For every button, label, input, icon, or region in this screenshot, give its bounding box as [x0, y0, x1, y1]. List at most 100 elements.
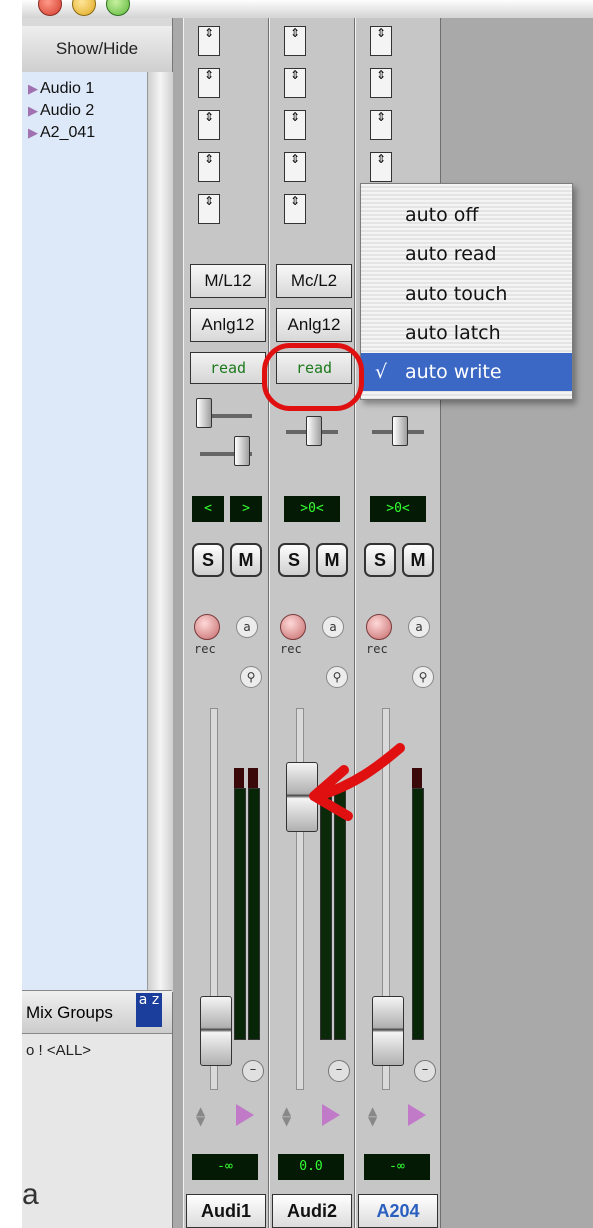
- input-monitor-icon[interactable]: a: [408, 616, 430, 638]
- up-down-arrow-icon[interactable]: ▲ ▼: [196, 1105, 205, 1127]
- input-selector[interactable]: Anlg12: [190, 308, 266, 342]
- up-down-arrow-icon[interactable]: ⇕: [198, 110, 220, 140]
- play-triangle-icon[interactable]: [408, 1104, 426, 1126]
- track-name: Audio 1: [40, 80, 95, 97]
- pan-readout: >0<: [284, 496, 340, 522]
- insert-slots: ⇕ ⇕ ⇕ ⇕ ⇕: [192, 24, 252, 234]
- track-name-button[interactable]: Audi1: [186, 1194, 266, 1228]
- up-down-arrow-icon[interactable]: ⇕: [198, 26, 220, 56]
- track-list: ▶ Audio 1 ▶ Audio 2 ▶ A2_041: [22, 72, 147, 992]
- up-down-arrow-icon[interactable]: ⇕: [284, 152, 306, 182]
- up-down-arrow-icon[interactable]: ⇕: [284, 68, 306, 98]
- pan-knob-left[interactable]: [196, 398, 212, 428]
- up-down-arrow-icon[interactable]: ⇕: [284, 194, 306, 224]
- solo-button[interactable]: S: [364, 543, 396, 577]
- menu-item-auto-latch[interactable]: auto latch: [361, 314, 572, 352]
- volume-readout: 0.0: [278, 1154, 344, 1180]
- menu-item-label: auto read: [405, 243, 497, 265]
- input-monitor-icon[interactable]: a: [322, 616, 344, 638]
- level-meter: [412, 788, 424, 1040]
- minus-icon[interactable]: –: [328, 1060, 350, 1082]
- menu-item-label: auto write: [405, 361, 502, 383]
- menu-item-label: auto latch: [405, 322, 501, 344]
- track-name: A2_041: [40, 124, 96, 141]
- mute-button[interactable]: M: [316, 543, 348, 577]
- volume-readout: -∞: [364, 1154, 430, 1180]
- close-window-button[interactable]: [38, 0, 62, 16]
- level-meter-left: [234, 788, 246, 1040]
- record-enable-icon[interactable]: [194, 614, 220, 640]
- mute-button[interactable]: M: [402, 543, 434, 577]
- rec-label: rec: [366, 642, 388, 656]
- stray-text: a: [22, 1178, 39, 1211]
- automation-mode-button[interactable]: read: [190, 352, 266, 384]
- pan-readout: >0<: [370, 496, 426, 522]
- play-triangle-icon[interactable]: [236, 1104, 254, 1126]
- record-enable-icon[interactable]: [280, 614, 306, 640]
- up-down-arrow-icon[interactable]: ⇕: [198, 68, 220, 98]
- minus-icon[interactable]: –: [242, 1060, 264, 1082]
- play-triangle-icon[interactable]: [322, 1104, 340, 1126]
- mix-group-all-row[interactable]: o ! <ALL>: [26, 1042, 91, 1059]
- output-selector[interactable]: Mc/L2: [276, 264, 352, 298]
- mix-groups-list: [22, 1034, 172, 1228]
- track-name-button[interactable]: A204: [358, 1194, 438, 1228]
- up-down-arrow-icon[interactable]: ⇕: [284, 26, 306, 56]
- pan-control: [362, 396, 434, 466]
- menu-item-auto-off[interactable]: auto off: [361, 196, 572, 234]
- track-list-scrollbar[interactable]: [147, 72, 173, 992]
- menu-item-auto-write[interactable]: √ auto write: [361, 353, 572, 391]
- up-down-arrow-icon[interactable]: ⇕: [370, 26, 392, 56]
- up-down-arrow-icon[interactable]: ▲ ▼: [282, 1105, 291, 1127]
- up-down-arrow-icon[interactable]: ⇕: [370, 110, 392, 140]
- volume-readout: -∞: [192, 1154, 258, 1180]
- up-down-arrow-icon[interactable]: ⇕: [198, 152, 220, 182]
- annotation-circle: [262, 343, 364, 411]
- up-down-arrow-icon[interactable]: ⇕: [284, 110, 306, 140]
- pan-left-readout: <: [192, 496, 224, 522]
- pan-knob-right[interactable]: [234, 436, 250, 466]
- window-title-bar: [22, 0, 593, 19]
- menu-item-auto-touch[interactable]: auto touch: [361, 275, 572, 313]
- minimize-window-button[interactable]: [72, 0, 96, 16]
- output-selector[interactable]: M/L12: [190, 264, 266, 298]
- up-down-arrow-icon[interactable]: ⇕: [370, 68, 392, 98]
- voice-assign-icon[interactable]: ⚲: [240, 666, 262, 688]
- mute-button[interactable]: M: [230, 543, 262, 577]
- solo-button[interactable]: S: [192, 543, 224, 577]
- record-enable-icon[interactable]: [366, 614, 392, 640]
- checkmark-icon: √: [375, 361, 388, 383]
- volume-fader[interactable]: [372, 996, 404, 1066]
- sort-az-icon[interactable]: a z: [136, 993, 162, 1027]
- up-down-arrow-icon[interactable]: ▲ ▼: [368, 1105, 377, 1127]
- channel-strip-audio-2: ⇕ ⇕ ⇕ ⇕ ⇕ Mc/L2 Anlg12 read >0< S M rec …: [269, 18, 355, 1228]
- channel-strip-audio-1: ⇕ ⇕ ⇕ ⇕ ⇕ M/L12 Anlg12 read < > S M rec …: [183, 18, 269, 1228]
- track-list-item[interactable]: ▶ A2_041: [28, 124, 95, 142]
- insert-slots: ⇕ ⇕ ⇕ ⇕ ⇕: [278, 24, 338, 234]
- voice-assign-icon[interactable]: ⚲: [412, 666, 434, 688]
- stereo-pan-controls: [190, 396, 262, 466]
- input-selector[interactable]: Anlg12: [276, 308, 352, 342]
- zoom-window-button[interactable]: [106, 0, 130, 16]
- up-down-arrow-icon[interactable]: ⇕: [370, 152, 392, 182]
- pan-knob[interactable]: [392, 416, 408, 446]
- pan-right-readout: >: [230, 496, 262, 522]
- input-monitor-icon[interactable]: a: [236, 616, 258, 638]
- track-name: Audio 2: [40, 102, 95, 119]
- rec-label: rec: [280, 642, 302, 656]
- pan-knob[interactable]: [306, 416, 322, 446]
- track-list-item[interactable]: ▶ Audio 2: [28, 102, 94, 120]
- menu-item-label: auto off: [405, 204, 479, 226]
- up-down-arrow-icon[interactable]: ⇕: [198, 194, 220, 224]
- volume-fader[interactable]: [200, 996, 232, 1066]
- solo-button[interactable]: S: [278, 543, 310, 577]
- voice-assign-icon[interactable]: ⚲: [326, 666, 348, 688]
- automation-mode-menu: auto off auto read auto touch auto latch…: [360, 183, 573, 400]
- minus-icon[interactable]: –: [414, 1060, 436, 1082]
- track-name-button[interactable]: Audi2: [272, 1194, 352, 1228]
- track-list-item[interactable]: ▶ Audio 1: [28, 80, 94, 98]
- show-hide-header[interactable]: Show/Hide: [22, 26, 172, 73]
- play-triangle-icon: ▶: [28, 103, 38, 118]
- tracks-panel: Show/Hide ▶ Audio 1 ▶ Audio 2 ▶ A2_041 Mix …: [22, 18, 173, 1228]
- menu-item-auto-read[interactable]: auto read: [361, 235, 572, 273]
